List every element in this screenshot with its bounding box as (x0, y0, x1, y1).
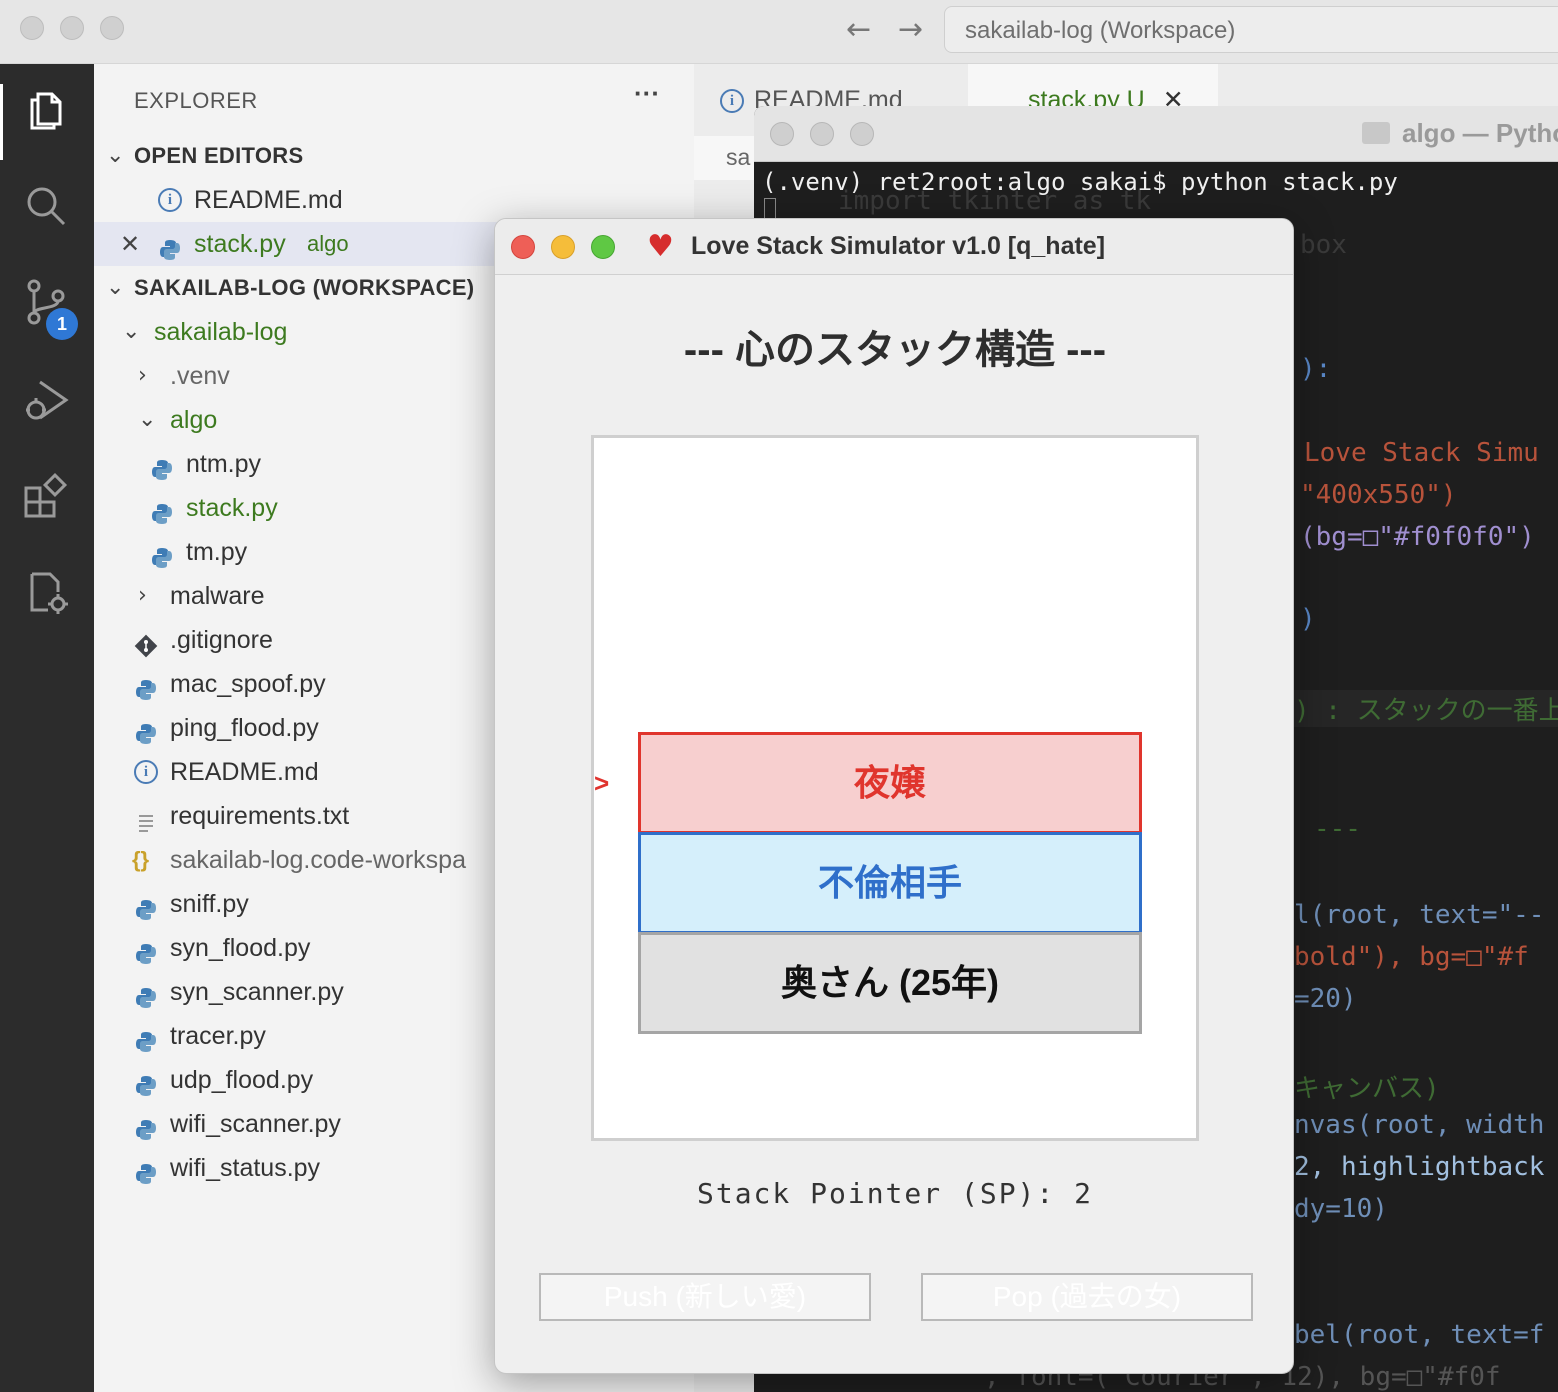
stack-pointer-arrow: > (594, 768, 610, 798)
pop-button[interactable]: Pop (過去の女) (921, 1273, 1253, 1321)
folder-icon (1362, 122, 1390, 144)
git-icon (134, 628, 158, 658)
app-close-button[interactable] (511, 235, 535, 259)
extensions-icon[interactable] (22, 472, 70, 520)
stack-item-bottom: 奥さん (25年) (638, 932, 1142, 1034)
code-line: (bg=□"#f0f0f0") (1300, 522, 1535, 552)
chevron-down-icon: ⌄ (106, 143, 125, 168)
code-line: Love Stack Simu (1304, 438, 1539, 468)
code-line: "400x550") (1300, 480, 1457, 510)
back-arrow-icon[interactable]: ← (846, 12, 871, 47)
python-icon (134, 936, 158, 964)
chevron-down-icon: ⌄ (138, 407, 157, 432)
stack-item-top: 夜嬢 (638, 732, 1142, 834)
app-title: Love Stack Simulator v1.0 [q_hate] (691, 232, 1106, 260)
code-line: キャンバス) (1294, 1074, 1440, 1104)
code-line: bel(root, text=f (1294, 1320, 1545, 1350)
code-line: nvas(root, width (1294, 1110, 1545, 1140)
code-line: ) (1300, 604, 1316, 634)
stack-heading: --- 心のスタック構造 --- (683, 328, 1107, 372)
active-indicator (0, 84, 3, 160)
chevron-right-icon: › (138, 583, 147, 608)
search-icon[interactable] (22, 182, 70, 230)
app-titlebar: ♥ Love Stack Simulator v1.0 [q_hate] (495, 219, 1293, 275)
code-line: bold"), bg=□"#f (1294, 942, 1529, 972)
close-window-button[interactable] (20, 16, 44, 40)
open-editors-section[interactable]: ⌄ OPEN EDITORS (94, 134, 694, 178)
json-braces-icon: {} (132, 847, 150, 872)
chevron-down-icon: ⌄ (106, 275, 125, 300)
app-zoom-button[interactable] (591, 235, 615, 259)
python-icon (134, 1068, 158, 1096)
explorer-title: EXPLORER (134, 88, 258, 113)
remote-settings-icon[interactable] (22, 568, 70, 616)
close-editor-icon[interactable]: ✕ (120, 222, 140, 266)
python-icon (134, 892, 158, 920)
python-icon (134, 1156, 158, 1184)
terminal-minimize-button[interactable] (810, 122, 834, 146)
push-button[interactable]: Push (新しい愛) (539, 1273, 871, 1321)
code-line: box (1300, 230, 1347, 260)
app-minimize-button[interactable] (551, 235, 575, 259)
vscode-titlebar: ← → sakailab-log (Workspace) (0, 0, 1558, 64)
run-debug-icon[interactable] (22, 376, 70, 424)
zoom-window-button[interactable] (100, 16, 124, 40)
command-center-search[interactable]: sakailab-log (Workspace) (944, 6, 1558, 53)
terminal-close-button[interactable] (770, 122, 794, 146)
activity-bar: 1 (0, 64, 94, 1392)
python-icon (150, 452, 174, 480)
stack-item-middle: 不倫相手 (638, 832, 1142, 934)
python-icon (134, 980, 158, 1008)
terminal-prompt[interactable]: (.venv) ret2root:algo sakai$ python stac… (762, 168, 1398, 196)
love-stack-window: ♥ Love Stack Simulator v1.0 [q_hate] ---… (494, 218, 1294, 1374)
info-icon: i (720, 89, 744, 114)
source-control-badge: 1 (46, 308, 78, 340)
minimize-window-button[interactable] (60, 16, 84, 40)
code-line: l(root, text="-- (1294, 900, 1545, 930)
info-icon: i (158, 188, 182, 212)
python-icon (134, 1024, 158, 1052)
terminal-titlebar: algo — Pytho (754, 106, 1558, 162)
code-line: dy=10) (1294, 1194, 1388, 1224)
code-line: ): (1300, 354, 1332, 384)
open-editor-readme[interactable]: i README.md (94, 178, 694, 222)
explorer-files-icon[interactable] (22, 86, 70, 134)
code-line: =20) (1294, 984, 1357, 1014)
stack-canvas: > 夜嬢 不倫相手 奥さん (25年) (591, 435, 1199, 1141)
code-line: ) : スタックの一番上 (1294, 690, 1558, 727)
python-icon (134, 716, 158, 744)
heart-icon: ♥ (647, 229, 674, 264)
info-icon: i (134, 760, 158, 784)
more-actions-icon[interactable]: ··· (634, 78, 660, 109)
terminal-zoom-button[interactable] (850, 122, 874, 146)
python-icon (158, 232, 182, 260)
python-icon (150, 540, 174, 568)
python-icon (150, 496, 174, 524)
chevron-right-icon: › (138, 363, 147, 388)
terminal-title: algo — Pytho (1402, 118, 1558, 148)
text-file-icon (134, 804, 158, 832)
python-icon (134, 672, 158, 700)
python-icon (134, 1112, 158, 1140)
code-line: 2, highlightback (1294, 1152, 1545, 1182)
chevron-down-icon: ⌄ (122, 319, 141, 344)
code-line: --- (1314, 814, 1361, 844)
stack-pointer-label: Stack Pointer (SP): 2 (696, 1177, 1093, 1210)
forward-arrow-icon[interactable]: → (898, 12, 923, 47)
